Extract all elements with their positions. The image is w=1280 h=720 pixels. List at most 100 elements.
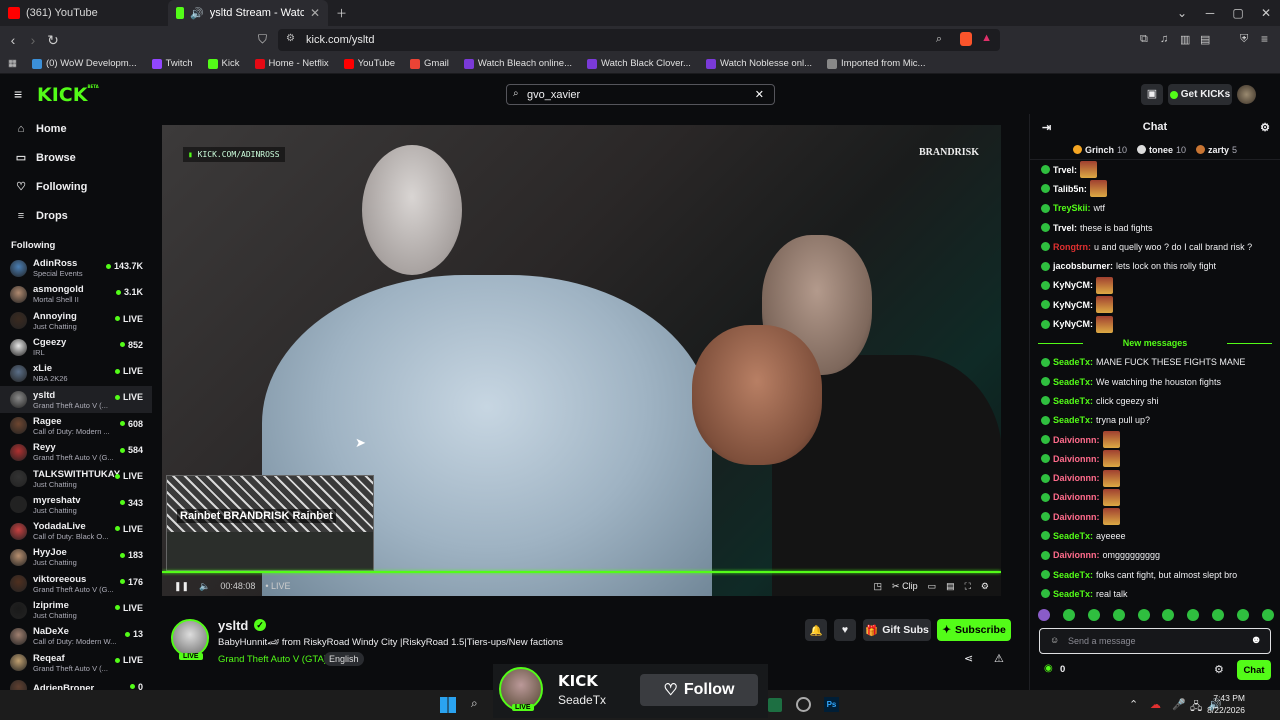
video-player[interactable]: ▮ KICK.COM/ADINROSS BRANDRISK Rainbet BR… [162,125,1001,596]
url-field[interactable]: ⚙ kick.com/ysltd ⌕ ▲ [278,29,1000,51]
search-input[interactable]: ⌕ gvo_xavier ✕ [506,84,775,105]
emote-icon[interactable] [1062,609,1075,621]
emoji-picker-icon[interactable]: ☻ [1250,634,1262,646]
media-icon[interactable]: ♫ [1160,33,1168,45]
bookmark-item[interactable]: Watch Black Clover... [587,58,691,69]
site-info-icon[interactable]: ⚙ [286,33,295,44]
chat-message[interactable]: Daivionnn: [1030,430,1280,449]
mic-icon[interactable]: 🎤 [1172,698,1186,711]
following-channel-item[interactable]: Annoying Just Chatting LIVE [0,308,152,334]
bookmark-item[interactable]: Watch Bleach online... [463,58,572,69]
brave-shield-icon[interactable] [960,32,972,46]
network-icon[interactable]: 🖧 [1190,698,1202,717]
chat-settings-gear-icon[interactable]: ⚙ [1214,663,1224,676]
tray-app-icon[interactable]: ☁ [1150,698,1161,711]
close-tab-icon[interactable]: ✕ [310,6,320,20]
follow-button[interactable]: ♡ Follow [640,674,758,706]
chat-username[interactable]: Trvel: [1053,223,1077,233]
points-icon[interactable]: ◉ [1044,663,1053,674]
chat-username[interactable]: SeadeTx: [1053,415,1093,425]
emote-icon[interactable] [1261,609,1274,621]
subscribe-button[interactable]: ✦ Subscribe [937,619,1011,641]
share-icon[interactable]: ⋖ [964,652,973,665]
clip-icon[interactable]: ✂ Clip [892,581,918,592]
chat-message[interactable]: SeadeTx: MANE FUCK THESE FIGHTS MANE [1030,353,1280,372]
chat-username[interactable]: Daivionnn: [1053,492,1100,502]
chat-username[interactable]: SeadeTx: [1053,357,1093,367]
following-channel-item[interactable]: Reyy Grand Theft Auto V (G... 584 [0,439,152,465]
stream-category[interactable]: Grand Theft Auto V (GTA) [218,654,327,665]
chat-message[interactable]: Daivionnn: [1030,468,1280,487]
chat-username[interactable]: SeadeTx: [1053,377,1093,387]
fullscreen-icon[interactable]: ⛶ [965,581,971,592]
following-channel-item[interactable]: lziprime Just Chatting LIVE [0,597,152,623]
system-clock[interactable]: 7:43 PM 8/22/2026 [1207,692,1245,716]
following-channel-item[interactable]: Cgeezy IRL 852 [0,334,152,360]
captions-icon[interactable]: ▤ [946,581,955,592]
wallet-icon[interactable]: ▤ [1200,33,1210,46]
menu-icon[interactable]: ≡ [1261,32,1268,46]
chat-message[interactable]: TreySkii: wtf [1030,199,1280,218]
sidebar-toggle-icon[interactable]: ▥ [1180,33,1190,46]
get-kicks-button[interactable]: Get KICKs [1168,84,1232,105]
chat-message[interactable]: Daivionnn: [1030,449,1280,468]
sidebar-nav-following[interactable]: ♡ Following [0,172,152,201]
chat-username[interactable]: Trvel: [1053,165,1077,175]
chat-username[interactable]: TreySkii: [1053,203,1091,213]
taskbar-photoshop-icon[interactable]: Ps [824,697,839,712]
following-channel-item[interactable]: HyyJoe Just Chatting 183 [0,544,152,570]
chat-message[interactable]: SeadeTx: We watching the houston fights [1030,372,1280,391]
tray-chevron-icon[interactable]: ⌃ [1129,698,1138,711]
following-channel-item[interactable]: AdinRoss Special Events 143.7K [0,255,152,281]
chat-username[interactable]: Daivionnn: [1053,435,1100,445]
language-tag[interactable]: English [324,652,364,666]
bookmark-item[interactable]: Twitch [151,58,193,69]
minimize-icon[interactable]: ─ [1196,0,1224,26]
sidebar-nav-home[interactable]: ⌂ Home [0,114,152,143]
notifications-button[interactable]: 🔔 [805,619,827,641]
following-channel-item[interactable]: viktoreeous Grand Theft Auto V (G... 176 [0,571,152,597]
new-messages-divider[interactable]: New messages [1030,334,1280,353]
apps-icon[interactable]: ▦ [8,58,17,69]
reload-icon[interactable]: ↻ [43,32,63,49]
emote-icon[interactable] [1038,609,1050,621]
chat-message[interactable]: SeadeTx: real talk [1030,584,1280,603]
chat-message[interactable]: Trvel: [1030,160,1280,179]
emote-icon[interactable] [1212,609,1225,621]
taskbar-brave-icon[interactable] [796,697,811,712]
chat-username[interactable]: Daivionnn: [1053,550,1100,560]
bookmark-icon[interactable]: ⛉ [258,32,267,47]
chat-message[interactable]: Daivionnn: omggggggggg [1030,546,1280,565]
tab-list-icon[interactable]: ⌄ [1168,0,1196,26]
mini-player-icon[interactable]: ◳ [874,581,883,592]
tab-kick[interactable]: 🔊 ysltd Stream - Watch Live on ✕ [168,0,328,26]
chat-username[interactable]: jacobsburner: [1053,261,1113,271]
sidebar-nav-browse[interactable]: ▭ Browse [0,143,152,172]
chat-message[interactable]: jacobsburner: lets lock on this rolly fig… [1030,256,1280,275]
chat-settings-icon[interactable]: ⚙ [1260,121,1270,134]
following-channel-item[interactable]: YodadaLive Call of Duty: Black O... LIVE [0,518,152,544]
chat-username[interactable]: SeadeTx: [1053,570,1093,580]
bookmark-item[interactable]: (0) WoW Developm... [31,58,137,69]
following-channel-item[interactable]: Reqeaf Grand Theft Auto V (... LIVE [0,649,152,675]
taskbar-app-icon[interactable] [768,698,782,712]
following-channel-item[interactable]: AdrienBroner 0 [0,676,152,690]
top-gifter[interactable]: tonee 10 [1136,145,1186,155]
collapse-chat-icon[interactable]: ⇥ [1042,121,1051,134]
new-tab-button[interactable]: ＋ [328,0,355,26]
channel-avatar[interactable] [171,619,209,657]
chat-username[interactable]: KyNyCM: [1053,300,1093,310]
bookmark-item[interactable]: Imported from Mic... [827,58,925,69]
bookmark-item[interactable]: Watch Noblesse onl... [705,58,812,69]
tab-youtube[interactable]: (361) YouTube [0,0,168,26]
favorite-button[interactable]: ♥ [834,619,856,641]
chat-username[interactable]: SeadeTx: [1053,531,1093,541]
taskbar-search-icon[interactable]: ⌕ [471,696,478,711]
pause-icon[interactable]: ❚❚ [174,581,189,592]
channel-name[interactable]: ysltd [218,618,248,633]
chat-message[interactable]: SeadeTx: tryna pull up? [1030,411,1280,430]
chat-message[interactable]: KyNyCM: [1030,295,1280,314]
chat-username[interactable]: Daivionnn: [1053,473,1100,483]
chat-username[interactable]: Talib5n: [1053,184,1087,194]
emote-icon[interactable] [1112,609,1125,621]
